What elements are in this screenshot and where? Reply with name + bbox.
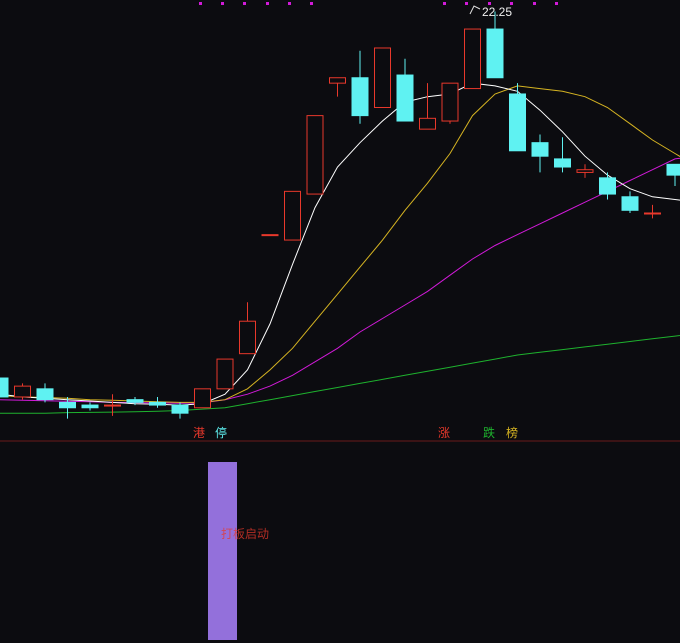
candle-body <box>171 404 189 414</box>
candle-body <box>666 163 680 176</box>
chart-background <box>0 0 680 643</box>
candle-body <box>14 385 31 398</box>
top-dot <box>555 2 558 5</box>
candle-body <box>621 196 639 211</box>
candle-body <box>441 82 459 122</box>
candle <box>14 383 31 400</box>
candle-body <box>216 358 234 390</box>
candle-body <box>486 28 504 79</box>
event-marker: 榜 <box>506 425 518 440</box>
top-dot <box>310 2 313 5</box>
candle <box>464 28 481 90</box>
candle-body <box>464 28 481 90</box>
candle-body <box>396 74 414 122</box>
top-dot <box>443 2 446 5</box>
candle-body <box>509 93 526 152</box>
candle-body <box>239 320 256 355</box>
candle-body <box>59 401 76 409</box>
candlestick-chart: 22.25 港停 涨 跌榜 打板启动 <box>0 0 680 643</box>
candle-body <box>306 115 324 195</box>
candle-body <box>36 388 54 401</box>
candle <box>216 358 234 390</box>
event-marker: 港 <box>193 426 205 440</box>
candle <box>261 234 279 237</box>
candle-body <box>284 190 301 241</box>
event-marker: 涨 <box>438 425 450 440</box>
indicator-label: 打板启动 <box>221 527 269 541</box>
candle-body <box>351 77 369 117</box>
event-marker: 跌 <box>483 425 495 440</box>
candle <box>306 115 324 195</box>
event-marker: 停 <box>215 425 227 440</box>
candle <box>284 190 301 241</box>
peak-label: 22.25 <box>482 5 512 19</box>
top-dot <box>199 2 202 5</box>
candle <box>374 47 391 108</box>
top-dot <box>288 2 291 5</box>
indicator-bar <box>208 462 237 640</box>
candle-body <box>576 169 594 173</box>
candle <box>441 82 459 124</box>
candle-body <box>104 404 121 407</box>
top-dot <box>243 2 246 5</box>
top-dot <box>465 2 468 5</box>
candle-body <box>261 234 279 237</box>
candle-body <box>126 399 144 403</box>
candle <box>194 388 211 409</box>
candle-body <box>149 401 166 406</box>
candle-body <box>419 117 436 130</box>
candle-body <box>644 212 661 215</box>
candle-body <box>194 388 211 409</box>
top-dot <box>533 2 536 5</box>
candle-body <box>531 142 549 157</box>
candle-body <box>374 47 391 108</box>
candle <box>0 377 9 398</box>
candle-body <box>0 377 9 398</box>
top-dot <box>221 2 224 5</box>
candle-body <box>329 77 346 84</box>
top-dot <box>266 2 269 5</box>
candle-body <box>599 177 616 195</box>
candle-body <box>554 158 571 168</box>
candle-body <box>81 404 99 409</box>
